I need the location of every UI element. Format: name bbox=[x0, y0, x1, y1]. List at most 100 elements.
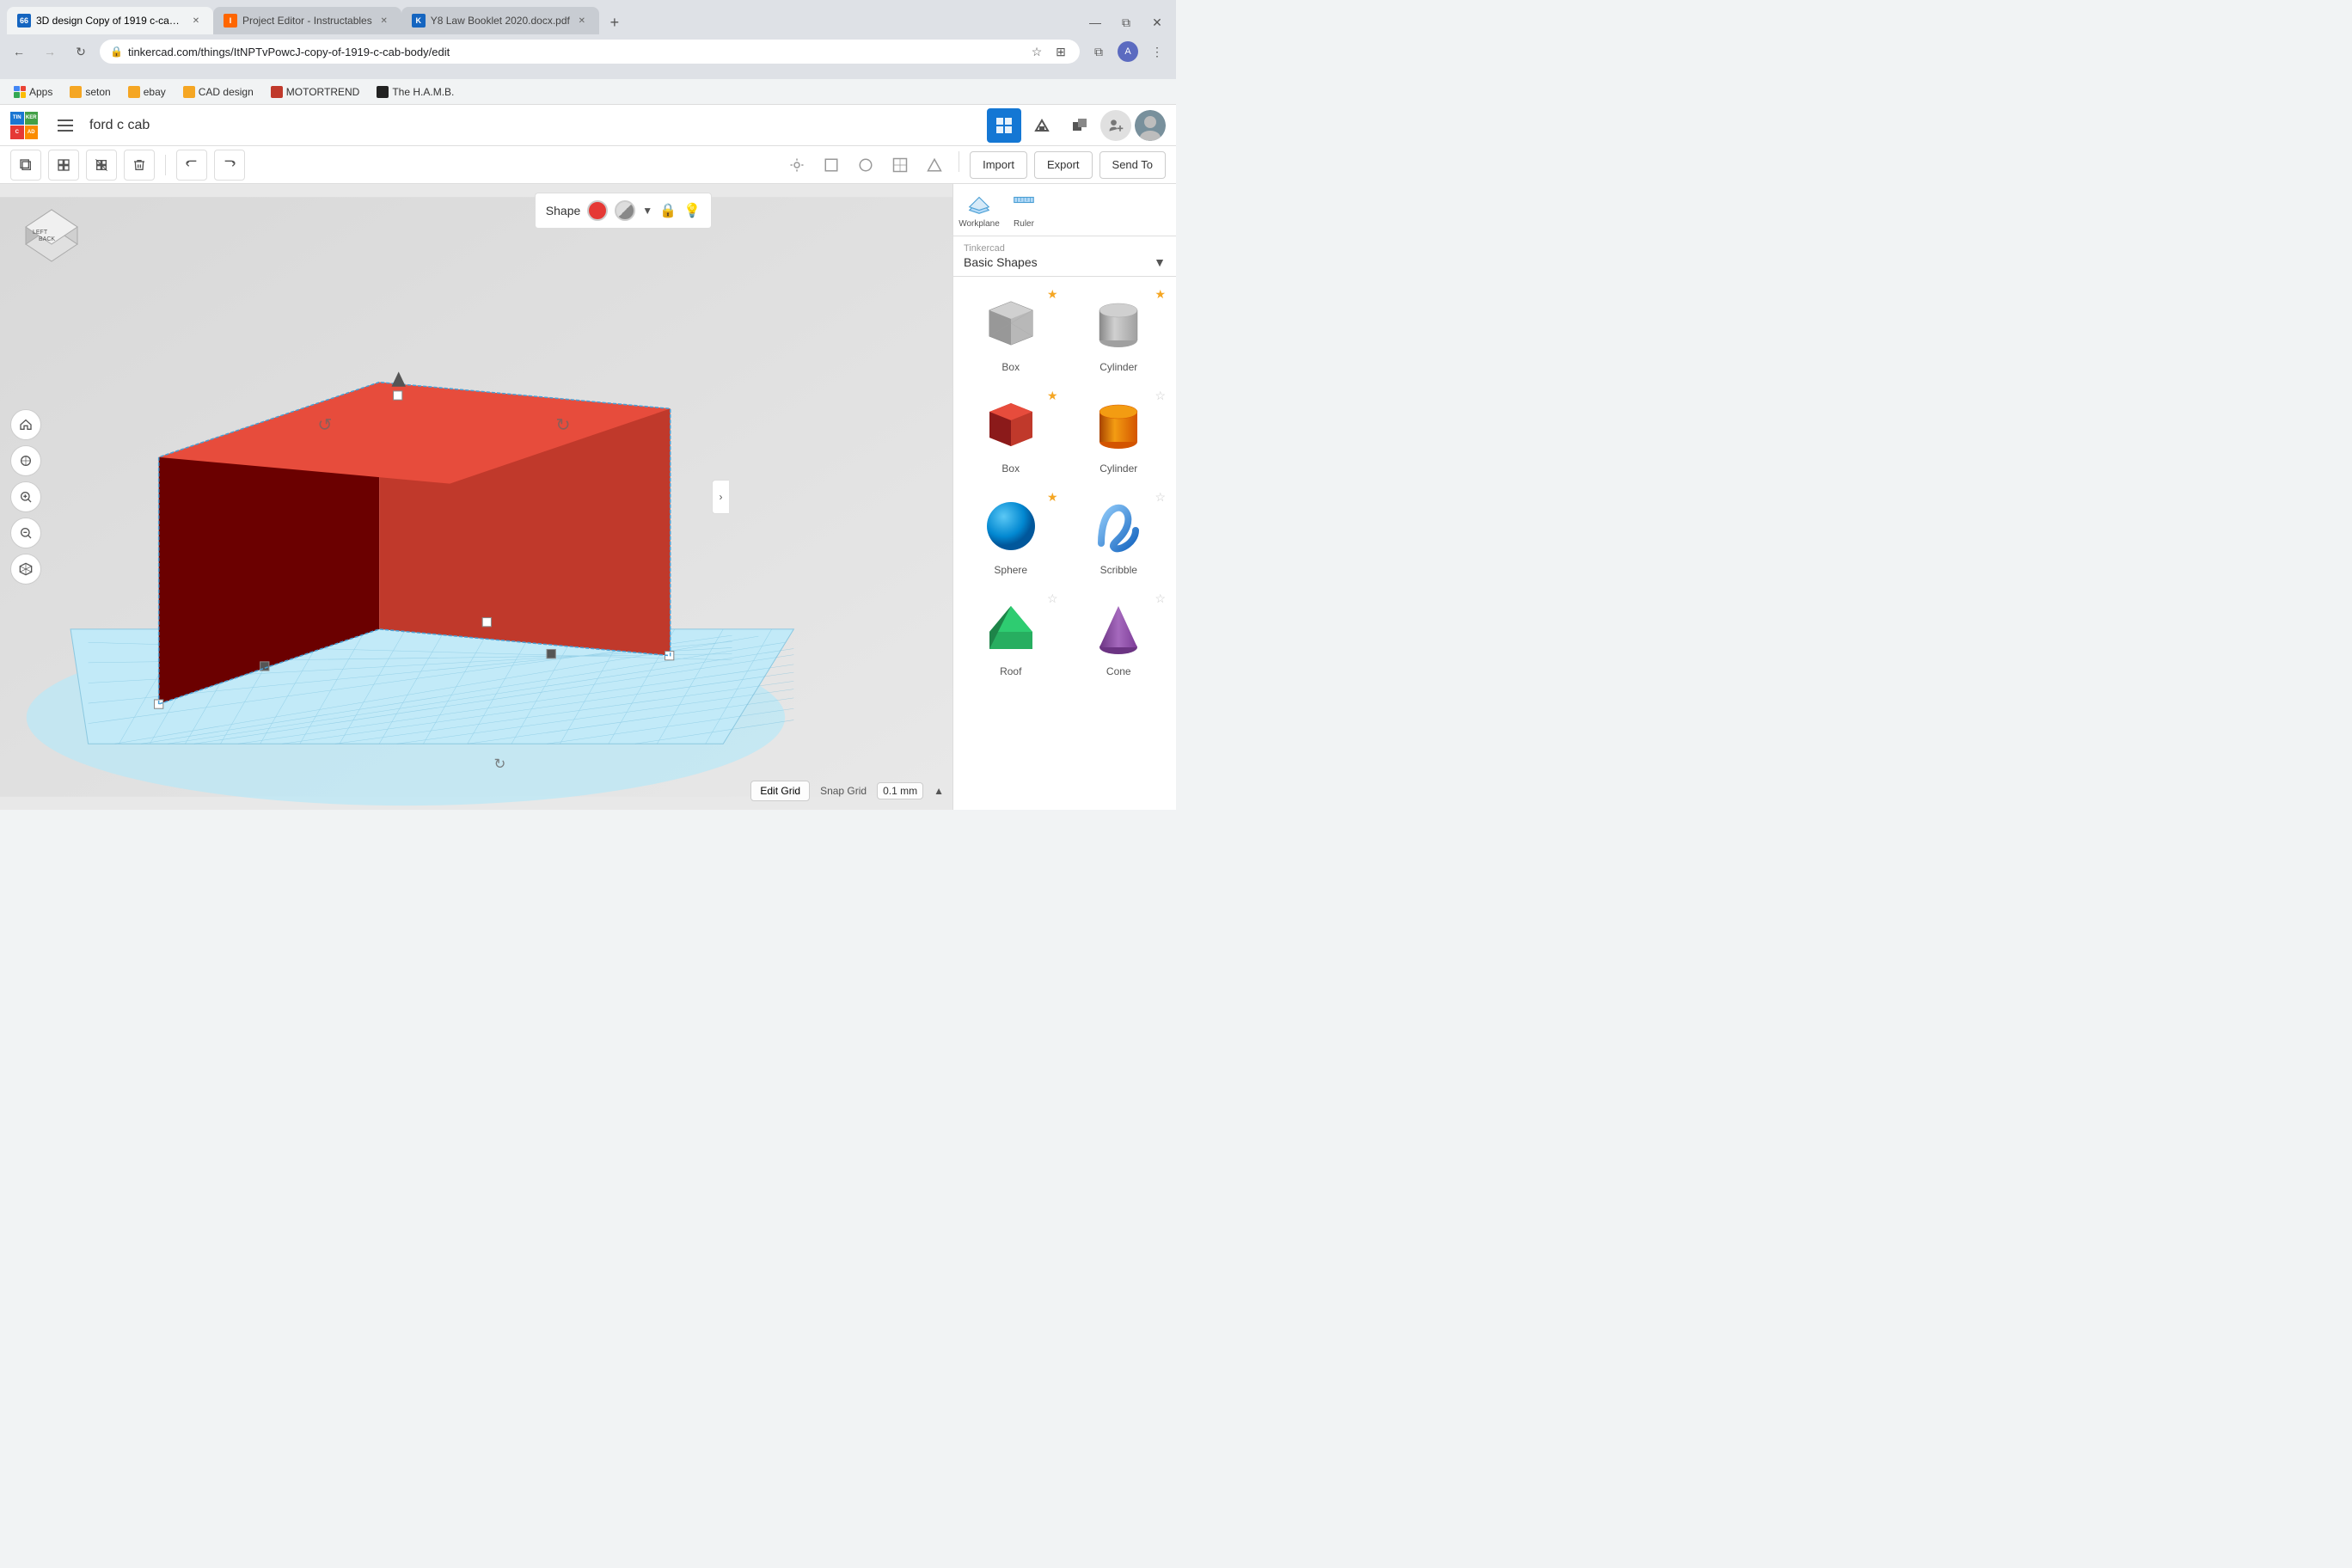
send-to-button[interactable]: Send To bbox=[1099, 151, 1166, 179]
ebay-bookmark[interactable]: ebay bbox=[121, 84, 173, 100]
hamburger-menu[interactable] bbox=[52, 112, 79, 139]
zoom-out-button[interactable] bbox=[10, 518, 41, 548]
hamb-bookmark[interactable]: The H.A.M.B. bbox=[370, 84, 461, 100]
copy-button[interactable] bbox=[10, 150, 41, 181]
orientation-cube[interactable]: BACK LEFT bbox=[17, 201, 86, 270]
shape-dropdown-arrow[interactable]: ▼ bbox=[642, 205, 652, 217]
star-cone[interactable]: ☆ bbox=[1155, 591, 1166, 606]
star-red-box[interactable]: ★ bbox=[1047, 389, 1058, 403]
restore-button[interactable]: ⧉ bbox=[1114, 10, 1138, 34]
topbar: TIN KER C AD ford c cab bbox=[0, 105, 1176, 146]
left-toolbar bbox=[10, 409, 41, 585]
star-icon[interactable]: ☆ bbox=[1028, 43, 1045, 60]
export-button[interactable]: Export bbox=[1034, 151, 1093, 179]
forward-button[interactable]: → bbox=[38, 40, 62, 64]
blocks-view-button[interactable] bbox=[1063, 108, 1097, 143]
scribble-thumb bbox=[1084, 492, 1153, 560]
tab-3[interactable]: K Y8 Law Booklet 2020.docx.pdf ✕ bbox=[401, 7, 599, 34]
delete-button[interactable] bbox=[124, 150, 155, 181]
fit-view-button[interactable] bbox=[10, 445, 41, 476]
viewport[interactable]: ↺ ↻ ↻ bbox=[0, 184, 952, 810]
redo-button[interactable] bbox=[214, 150, 245, 181]
view-cube-button[interactable] bbox=[10, 554, 41, 585]
bottom-bar: Edit Grid Snap Grid 0.1 mm ▲ bbox=[750, 781, 944, 801]
triangle-button[interactable] bbox=[921, 151, 948, 179]
apps-bookmark[interactable]: Apps bbox=[7, 84, 59, 100]
light-button[interactable] bbox=[783, 151, 811, 179]
tab-2-close[interactable]: ✕ bbox=[377, 14, 391, 28]
ungroup-button[interactable] bbox=[86, 150, 117, 181]
shape-item-sphere[interactable]: ★ bbox=[960, 487, 1062, 581]
section-dropdown-button[interactable]: ▼ bbox=[1154, 255, 1166, 269]
cad-design-bookmark[interactable]: CAD design bbox=[176, 84, 260, 100]
motortrend-bookmark[interactable]: MOTORTREND bbox=[264, 84, 367, 100]
close-window-button[interactable]: ✕ bbox=[1145, 10, 1169, 34]
tab-1[interactable]: 66 3D design Copy of 1919 c-cab b... ✕ bbox=[7, 7, 213, 34]
snap-grid-label: Snap Grid bbox=[820, 785, 867, 797]
workplane-button[interactable]: Workplane bbox=[960, 191, 998, 229]
shape-item-roof[interactable]: ☆ Roof bbox=[960, 588, 1062, 683]
shapes-grid-container: ★ Box bbox=[960, 284, 1169, 683]
address-bar-icons: ☆ ⊞ bbox=[1028, 43, 1069, 60]
hamb-label: The H.A.M.B. bbox=[392, 86, 454, 98]
star-gray-box[interactable]: ★ bbox=[1047, 287, 1058, 302]
import-button[interactable]: Import bbox=[970, 151, 1027, 179]
shape-item-scribble[interactable]: ☆ bbox=[1069, 487, 1170, 581]
tab-2[interactable]: I Project Editor - Instructables ✕ bbox=[213, 7, 401, 34]
ruler-button[interactable]: Ruler bbox=[1005, 191, 1043, 229]
extensions-button[interactable]: ⧉ bbox=[1087, 40, 1111, 64]
shape-item-orange-cylinder[interactable]: ☆ bbox=[1069, 385, 1170, 480]
extensions-icon[interactable]: ⊞ bbox=[1052, 43, 1069, 60]
shape-color-hole-button[interactable] bbox=[615, 200, 635, 221]
gray-box-label: Box bbox=[1001, 361, 1020, 373]
shape-lock-icon[interactable]: 🔒 bbox=[659, 202, 677, 219]
group-button[interactable] bbox=[48, 150, 79, 181]
section-name-row: Basic Shapes ▼ bbox=[964, 255, 1166, 269]
tinkercad-logo[interactable]: TIN KER C AD bbox=[10, 112, 38, 139]
star-gray-cylinder[interactable]: ★ bbox=[1155, 287, 1166, 302]
scribble-label: Scribble bbox=[1100, 564, 1137, 576]
shapes-grid: ★ Box bbox=[953, 277, 1176, 810]
reload-button[interactable]: ↻ bbox=[69, 40, 93, 64]
add-user-button[interactable] bbox=[1100, 110, 1131, 141]
tab-1-close[interactable]: ✕ bbox=[189, 14, 203, 28]
shape-color-red-button[interactable] bbox=[587, 200, 608, 221]
ruler-label: Ruler bbox=[1014, 219, 1034, 229]
menu-button[interactable]: ⋮ bbox=[1145, 40, 1169, 64]
user-avatar[interactable] bbox=[1135, 110, 1166, 141]
star-scribble[interactable]: ☆ bbox=[1155, 490, 1166, 505]
shape-item-red-box[interactable]: ★ Box bbox=[960, 385, 1062, 480]
address-bar[interactable]: 🔒 tinkercad.com/things/ItNPTvPowcJ-copy-… bbox=[100, 40, 1080, 64]
grid-button[interactable] bbox=[886, 151, 914, 179]
cone-thumb bbox=[1084, 593, 1153, 662]
minimize-button[interactable]: — bbox=[1083, 10, 1107, 34]
tab-3-close[interactable]: ✕ bbox=[575, 14, 589, 28]
shape-light-icon[interactable]: 💡 bbox=[683, 202, 701, 219]
seton-bookmark[interactable]: seton bbox=[63, 84, 117, 100]
shape-panel: Shape ▼ 🔒 💡 bbox=[535, 193, 712, 229]
undo-button[interactable] bbox=[176, 150, 207, 181]
shape-item-gray-box[interactable]: ★ Box bbox=[960, 284, 1062, 378]
svg-text:LEFT: LEFT bbox=[33, 230, 48, 236]
back-button[interactable]: ← bbox=[7, 40, 31, 64]
shape-item-cone[interactable]: ☆ bbox=[1069, 588, 1170, 683]
shape-outline-button[interactable] bbox=[818, 151, 845, 179]
edit-grid-button[interactable]: Edit Grid bbox=[750, 781, 810, 801]
topbar-right bbox=[987, 108, 1166, 143]
collapse-panel-button[interactable]: › bbox=[712, 480, 729, 514]
browser-chrome: 66 3D design Copy of 1919 c-cab b... ✕ I… bbox=[0, 0, 1176, 79]
secure-lock-icon: 🔒 bbox=[110, 46, 123, 58]
star-sphere[interactable]: ★ bbox=[1047, 490, 1058, 505]
star-roof[interactable]: ☆ bbox=[1047, 591, 1058, 606]
shape-item-gray-cylinder[interactable]: ★ bbox=[1069, 284, 1170, 378]
snap-grid-dropdown[interactable]: ▲ bbox=[934, 785, 944, 797]
circle-button[interactable] bbox=[852, 151, 879, 179]
zoom-in-button[interactable] bbox=[10, 481, 41, 512]
grid-view-button[interactable] bbox=[987, 108, 1021, 143]
new-tab-button[interactable]: + bbox=[603, 10, 627, 34]
build-view-button[interactable] bbox=[1025, 108, 1059, 143]
home-view-button[interactable] bbox=[10, 409, 41, 440]
svg-text:BACK: BACK bbox=[39, 236, 55, 242]
profile-button[interactable]: A bbox=[1116, 40, 1140, 64]
star-orange-cylinder[interactable]: ☆ bbox=[1155, 389, 1166, 403]
